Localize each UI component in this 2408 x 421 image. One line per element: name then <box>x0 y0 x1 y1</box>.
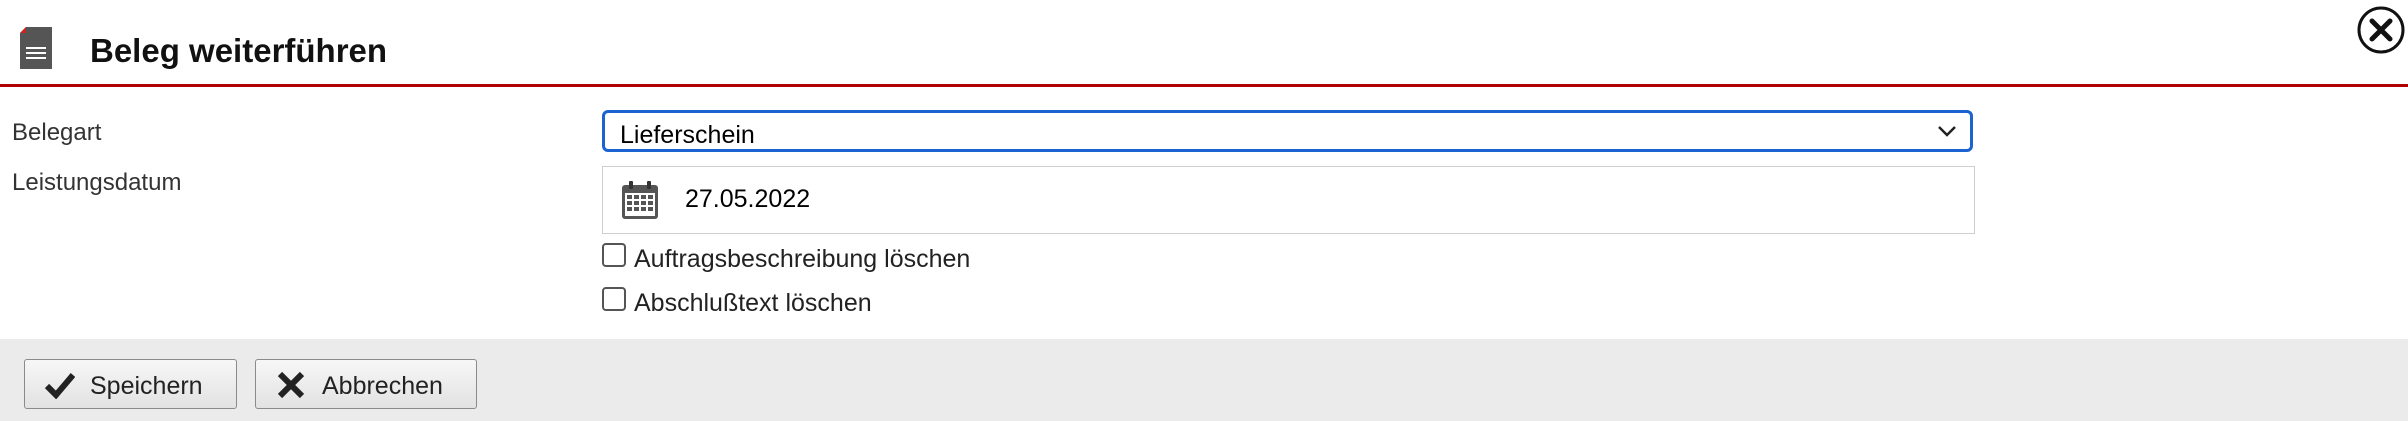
close-button[interactable] <box>2357 6 2405 54</box>
header-divider <box>0 84 2408 87</box>
dialog-footer: Speichern Abbrechen <box>0 339 2408 421</box>
belegart-select[interactable]: Lieferschein <box>602 110 1973 152</box>
abschlusstext-label[interactable]: Abschlußtext löschen <box>634 289 872 318</box>
leistungsdatum-value[interactable]: 27.05.2022 <box>685 185 810 214</box>
checkmark-icon <box>45 373 75 399</box>
belegart-selected-value: Lieferschein <box>620 121 755 149</box>
cancel-button[interactable]: Abbrechen <box>255 359 477 409</box>
auftragsbeschreibung-checkbox[interactable] <box>602 243 626 267</box>
abschlusstext-checkbox[interactable] <box>602 287 626 311</box>
dialog-title: Beleg weiterführen <box>90 32 388 69</box>
save-button-label: Speichern <box>90 372 203 400</box>
dialog: Beleg weiterführen Belegart Lieferschein… <box>0 0 2408 421</box>
close-icon <box>2357 6 2405 54</box>
calendar-icon[interactable] <box>621 180 659 220</box>
save-button[interactable]: Speichern <box>24 359 237 409</box>
leistungsdatum-label: Leistungsdatum <box>12 169 182 196</box>
cancel-button-label: Abbrechen <box>322 372 443 400</box>
chevron-down-icon <box>1938 126 1956 137</box>
belegart-label: Belegart <box>12 119 102 146</box>
auftragsbeschreibung-label[interactable]: Auftragsbeschreibung löschen <box>634 245 970 274</box>
dialog-header: Beleg weiterführen <box>0 0 2408 87</box>
document-icon <box>18 27 54 69</box>
x-icon <box>277 371 305 399</box>
leistungsdatum-field[interactable]: 27.05.2022 <box>602 166 1975 234</box>
